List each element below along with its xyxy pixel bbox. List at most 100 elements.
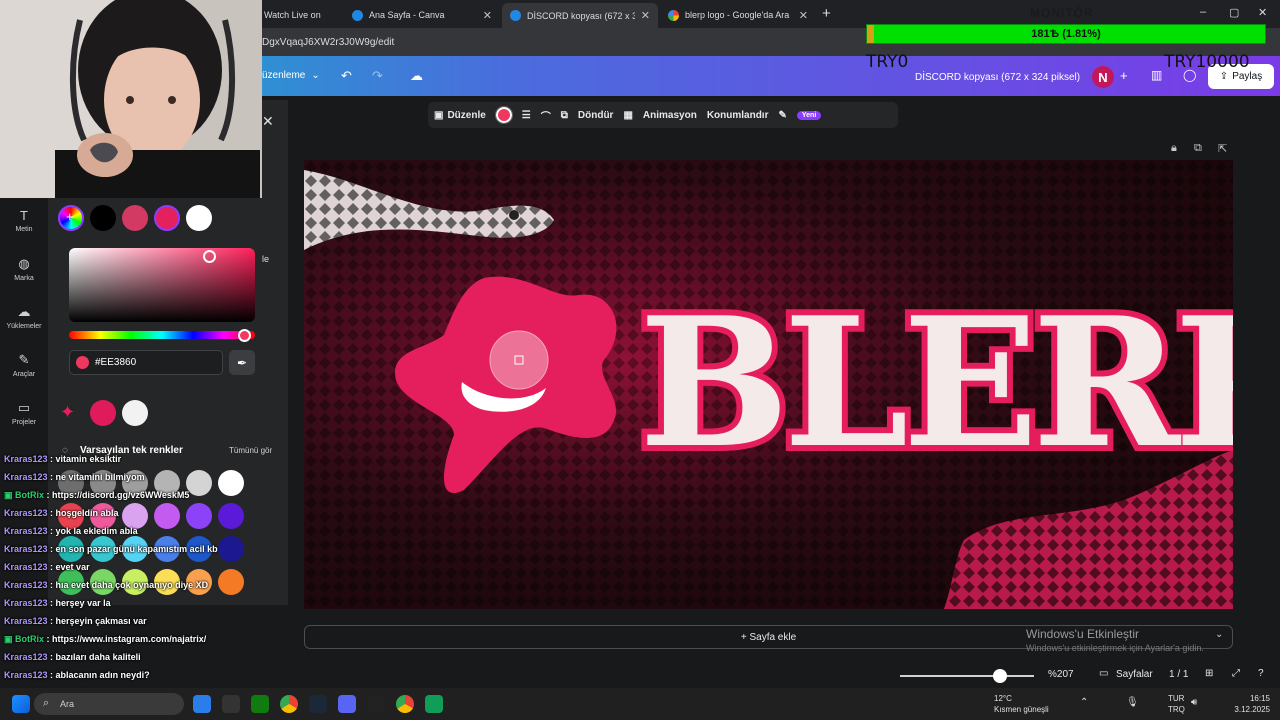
canva-icon <box>510 10 521 21</box>
lock-icon[interactable]: 🔒︎ <box>1171 142 1177 155</box>
color-swatch[interactable] <box>122 205 148 231</box>
tab-discord-design[interactable]: DİSCORD kopyası (672 x 324 pi ✕ <box>502 3 658 28</box>
color-swatch[interactable] <box>186 205 212 231</box>
help-icon[interactable]: ? <box>1258 668 1264 679</box>
default-color-swatch[interactable] <box>218 536 244 562</box>
tab-canva-home[interactable]: Ana Sayfa - Canva ✕ <box>344 4 500 26</box>
eyedropper-button[interactable]: ✒ <box>229 350 255 375</box>
minimize-icon[interactable]: – <box>1200 6 1206 18</box>
taskbar-clock[interactable]: 16:15 3.12.2025 <box>1218 693 1270 715</box>
tab-watch-live[interactable]: Watch Live on <box>256 4 348 26</box>
chat-text: : bazıları daha kaliteli <box>47 652 141 662</box>
position-button[interactable]: Konumlandır <box>707 110 769 121</box>
default-color-swatch[interactable] <box>218 503 244 529</box>
rail-item-brand[interactable]: ◍ Marka <box>0 256 48 282</box>
zoom-value[interactable]: %207 <box>1048 669 1074 680</box>
color-swatch[interactable] <box>90 205 116 231</box>
discord-icon[interactable] <box>338 695 356 713</box>
microphone-icon[interactable]: 🎙︎ <box>1126 697 1139 708</box>
close-icon[interactable]: ✕ <box>799 9 808 22</box>
chevron-down-icon[interactable]: ⌄ <box>1215 629 1223 640</box>
grid-view-icon[interactable]: ⊞ <box>1205 668 1213 679</box>
edit-image-button[interactable]: ▣ Düzenle <box>434 110 486 121</box>
saturation-picker[interactable] <box>69 248 255 322</box>
taskbar-search[interactable]: ⌕ Ara <box>34 693 184 715</box>
undo-icon[interactable]: ↶ <box>341 68 352 84</box>
document-color-swatch[interactable] <box>90 400 116 426</box>
app-icon[interactable] <box>425 695 443 713</box>
see-all-link[interactable]: Tümünü gör <box>229 446 272 455</box>
close-icon[interactable]: ✕ <box>641 9 650 22</box>
chrome-icon[interactable] <box>280 695 298 713</box>
document-title[interactable]: DİSCORD kopyası (672 x 324 piksel) <box>915 72 1080 83</box>
close-window-icon[interactable]: ✕ <box>1258 6 1267 19</box>
clock-time: 16:15 <box>1249 694 1270 703</box>
magic-icon[interactable]: ✎ <box>778 110 786 121</box>
hue-slider-handle[interactable] <box>238 329 251 342</box>
close-icon[interactable]: ✕ <box>262 113 274 130</box>
chat-username: Kraras123 <box>4 544 48 554</box>
crop-icon[interactable]: ⧉ <box>561 110 568 121</box>
plus-icon: + <box>66 209 74 224</box>
avatar[interactable]: N <box>1092 66 1114 88</box>
document-colors-icon: ✦ <box>60 402 76 422</box>
saturation-picker-handle[interactable] <box>203 250 216 263</box>
tab-title: Watch Live on <box>264 10 321 20</box>
line-style-icon[interactable]: ☰ <box>522 110 531 121</box>
default-color-swatch[interactable] <box>186 470 212 496</box>
url-field[interactable]: DgxVqaqJ6XW2r3J0W9g/edit <box>262 37 394 48</box>
duplicate-page-icon[interactable]: ⧉ <box>1194 142 1202 155</box>
rail-item-tools[interactable]: ✎ Araçlar <box>0 352 48 378</box>
language-indicator[interactable]: TUR TRQ <box>1168 693 1185 715</box>
transparency-icon[interactable]: ▦ <box>623 110 632 121</box>
start-icon[interactable] <box>12 695 30 713</box>
default-color-swatch[interactable] <box>218 470 244 496</box>
cloud-save-icon[interactable]: ☁ <box>410 68 423 84</box>
tab-google-search[interactable]: blerp logo - Google'da Ara ✕ <box>660 4 816 26</box>
hue-slider[interactable] <box>69 331 255 339</box>
rail-item-uploads[interactable]: ☁ Yüklemeler <box>0 304 48 330</box>
chat-message: Kraras123 : hıa evet daha çok oynanıyo d… <box>4 580 208 590</box>
redo-icon[interactable]: ↷ <box>372 68 383 84</box>
tab-title: DİSCORD kopyası (672 x 324 pi <box>527 10 635 21</box>
chart-icon[interactable]: ▥ <box>1151 68 1162 82</box>
chrome-active-icon[interactable] <box>396 695 414 713</box>
fill-color-button[interactable] <box>494 106 513 124</box>
expand-page-icon[interactable]: ⇱ <box>1218 142 1227 155</box>
edge-icon[interactable] <box>193 695 211 713</box>
rail-label: Projeler <box>11 419 37 426</box>
close-icon[interactable]: ✕ <box>483 9 492 22</box>
default-color-swatch[interactable] <box>154 503 180 529</box>
xbox-icon[interactable] <box>251 695 269 713</box>
obs-icon[interactable] <box>367 695 385 713</box>
pages-button[interactable]: Sayfalar <box>1116 669 1153 680</box>
chat-username: Kraras123 <box>4 508 48 518</box>
left-rail: T Metin ◍ Marka ☁ Yüklemeler ✎ Araçlar ▭ Proj… <box>0 196 48 436</box>
rail-item-text[interactable]: T Metin <box>0 208 48 233</box>
document-color-swatch[interactable] <box>122 400 148 426</box>
zoom-slider[interactable] <box>900 675 1034 677</box>
hex-color-input[interactable]: #EE3860 <box>69 350 223 375</box>
rail-item-projects[interactable]: ▭ Projeler <box>0 400 48 426</box>
add-collaborator-icon[interactable]: + <box>1120 68 1128 83</box>
edit-menu-button[interactable]: üzenleme ⌄ <box>262 70 320 81</box>
corner-rounding-icon[interactable]: ⌒ <box>541 108 551 123</box>
chat-text: : vitamin eksiktir <box>47 454 122 464</box>
maximize-icon[interactable]: ▢ <box>1229 6 1239 19</box>
color-swatch-selected[interactable] <box>154 205 180 231</box>
weather-widget[interactable]: 12°C Kısmen güneşli <box>994 693 1049 715</box>
new-tab-button[interactable]: + <box>822 5 831 22</box>
rotate-button[interactable]: Döndür <box>578 110 614 121</box>
fullscreen-icon[interactable]: ⤢ <box>1232 668 1240 679</box>
zoom-slider-handle[interactable] <box>993 669 1007 683</box>
default-color-swatch[interactable] <box>186 503 212 529</box>
animate-button[interactable]: Animasyon <box>643 110 697 121</box>
logo-text[interactable]: BLERP <box>633 272 1233 493</box>
volume-icon[interactable]: 🔊︎ <box>1191 697 1197 708</box>
default-color-swatch[interactable] <box>218 569 244 595</box>
tray-chevron-icon[interactable]: ⌃ <box>1080 697 1088 708</box>
hex-value: #EE3860 <box>95 357 137 368</box>
design-canvas[interactable]: BLERP <box>304 160 1233 609</box>
steam-icon[interactable] <box>309 695 327 713</box>
epic-games-icon[interactable] <box>222 695 240 713</box>
